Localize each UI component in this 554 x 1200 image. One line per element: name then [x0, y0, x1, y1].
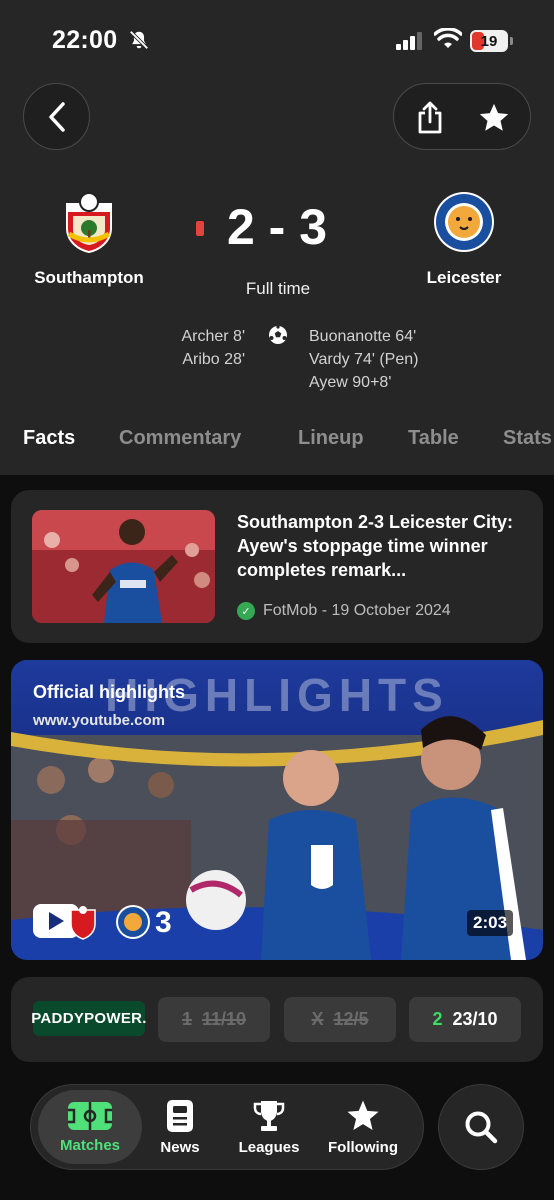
news-thumbnail — [32, 510, 215, 623]
home-scorers: Archer 8' Aribo 28' — [181, 325, 245, 371]
odds-away-value: 23/10 — [452, 1009, 498, 1029]
tab-stats[interactable]: Stats — [503, 427, 552, 450]
share-icon — [418, 101, 442, 134]
news-title: Southampton 2-3 Leicester City: Ayew's s… — [237, 512, 514, 580]
battery-icon: 19 — [470, 30, 508, 52]
odds-card: PADDYPOWER. 1 11/10 X 12/5 2 23/10 — [11, 977, 543, 1062]
nav-news[interactable]: News — [130, 1090, 230, 1164]
highlights-score: 3 — [155, 906, 172, 939]
highlights-url: www.youtube.com — [33, 712, 165, 729]
battery-level: 19 — [480, 32, 498, 50]
leicester-crest-icon — [434, 192, 494, 252]
pitch-icon — [68, 1101, 112, 1130]
away-scorer: Buonanotte 64' — [309, 328, 417, 345]
status-time: 22:00 — [52, 26, 118, 54]
odds-away-label: 2 — [432, 1009, 443, 1029]
odds-draw[interactable]: X 12/5 — [284, 997, 396, 1042]
news-icon — [167, 1099, 193, 1132]
nav-matches[interactable]: Matches — [38, 1090, 142, 1164]
player-photo — [32, 510, 215, 623]
odds-draw-label: X — [311, 1009, 324, 1029]
favorite-button[interactable] — [474, 98, 514, 138]
southampton-crest-icon — [66, 192, 112, 254]
home-team[interactable]: Southampton — [9, 190, 169, 288]
red-card-icon — [196, 221, 204, 236]
home-scorer: Archer 8' — [181, 328, 245, 345]
match-status: Full time — [245, 279, 311, 298]
tab-lineup[interactable]: Lineup — [298, 427, 364, 450]
away-scorer: Vardy 74' (Pen) — [309, 351, 419, 368]
search-button[interactable] — [438, 1084, 524, 1170]
tab-table[interactable]: Table — [408, 427, 459, 450]
video-duration: 2:03 — [467, 910, 514, 936]
away-team-name: Leicester — [426, 268, 502, 287]
bottom-nav: Matches News Leagues Following — [30, 1084, 424, 1170]
star-icon — [347, 1099, 379, 1130]
highlights-title: Official highlights — [33, 682, 185, 702]
match-header: Southampton 2 - 3 Full time Leicester Ar… — [0, 80, 554, 475]
nav-matches-label: Matches — [59, 1136, 121, 1154]
signal-icon — [396, 32, 422, 50]
away-scorers: Buonanotte 64' Vardy 74' (Pen) Ayew 90+8… — [309, 325, 418, 394]
home-scorer: Aribo 28' — [182, 351, 245, 368]
status-bar: 22:00 19 — [0, 0, 554, 80]
home-team-name: Southampton — [34, 268, 144, 287]
search-icon — [465, 1111, 498, 1144]
away-team[interactable]: Leicester — [384, 190, 544, 288]
odds-home[interactable]: 1 11/10 — [158, 997, 270, 1042]
odds-home-value: 11/10 — [201, 1009, 247, 1029]
header-actions — [393, 83, 531, 150]
odds-home-label: 1 — [181, 1009, 192, 1029]
odds-away[interactable]: 2 23/10 — [409, 997, 521, 1042]
match-score: 2 - 3 — [226, 199, 328, 255]
muted-bell-icon — [129, 30, 149, 50]
odds-draw-value: 12/5 — [333, 1009, 369, 1029]
away-scorer: Ayew 90+8' — [309, 374, 392, 391]
news-source: ✓ FotMob - 19 October 2024 — [237, 602, 451, 620]
news-card[interactable]: Southampton 2-3 Leicester City: Ayew's s… — [11, 490, 543, 643]
leicester-crest-icon — [116, 905, 150, 939]
southampton-crest-icon — [70, 906, 96, 940]
star-icon — [479, 103, 509, 131]
highlights-card[interactable]: HIGHLIGHTS Official highlights www.youtu… — [11, 660, 543, 960]
tab-facts[interactable]: Facts — [23, 427, 75, 450]
share-button[interactable] — [410, 98, 450, 138]
nav-leagues[interactable]: Leagues — [219, 1090, 319, 1164]
wifi-icon — [434, 28, 462, 48]
tab-commentary[interactable]: Commentary — [119, 427, 241, 450]
back-button[interactable] — [23, 83, 90, 150]
nav-following[interactable]: Following — [311, 1090, 415, 1164]
paddypower-logo[interactable]: PADDYPOWER. — [31, 1001, 146, 1036]
nav-following-label: Following — [328, 1138, 398, 1156]
news-source-text: FotMob - 19 October 2024 — [263, 602, 451, 619]
match-tabs: Facts Commentary Lineup Table Stats — [0, 425, 554, 475]
football-icon — [269, 325, 287, 344]
trophy-icon — [253, 1100, 285, 1131]
nav-leagues-label: Leagues — [238, 1138, 300, 1156]
nav-news-label: News — [160, 1138, 200, 1156]
fotmob-icon: ✓ — [237, 602, 255, 620]
chevron-left-icon — [48, 101, 65, 132]
